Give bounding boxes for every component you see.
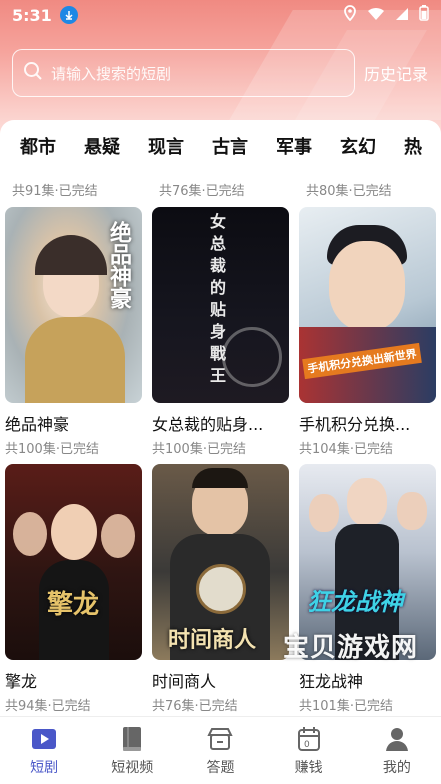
list-item[interactable]: 共76集·已完结 bbox=[159, 180, 296, 199]
card-meta: 共104集·已完结 bbox=[299, 442, 393, 457]
bottom-nav: 短剧 短视频 答题 0 赚钱 我的 bbox=[0, 716, 441, 784]
poster-title: 绝品神豪 bbox=[106, 221, 131, 309]
card-meta: 共101集·已完结 bbox=[299, 699, 393, 712]
card-meta: 共80集·已完结 bbox=[306, 184, 392, 199]
poster-image: 擎龙 bbox=[5, 464, 142, 660]
watermark-text: 宝贝游戏网 bbox=[283, 633, 419, 663]
nav-label: 短视频 bbox=[111, 760, 154, 776]
card-title: 手机积分兑换... bbox=[299, 415, 411, 433]
poster-title: 女总裁的贴身戰王 bbox=[207, 213, 226, 389]
card-meta: 共100集·已完结 bbox=[152, 442, 246, 457]
poster-image: 手机积分兑换出新世界 bbox=[299, 207, 436, 403]
nav-label: 短剧 bbox=[30, 760, 59, 776]
search-icon bbox=[23, 61, 43, 85]
tab-hot[interactable]: 热 bbox=[404, 133, 422, 159]
poster-title: 时间商人 bbox=[168, 628, 257, 653]
nav-label: 赚钱 bbox=[294, 760, 323, 776]
card-meta: 共94集·已完结 bbox=[5, 699, 91, 712]
status-time: 5:31 bbox=[12, 5, 52, 25]
drama-card[interactable]: 手机积分兑换出新世界 手机积分兑换... 共104集·已完结 bbox=[299, 207, 436, 457]
search-placeholder: 请输入搜索的短剧 bbox=[51, 64, 172, 83]
card-title: 时间商人 bbox=[152, 672, 217, 690]
play-icon bbox=[30, 725, 58, 753]
signal-icon bbox=[395, 6, 409, 25]
battery-icon bbox=[419, 5, 429, 25]
poster-image: 女总裁的贴身戰王 bbox=[152, 207, 289, 403]
calendar-icon: 0 bbox=[295, 725, 323, 753]
card-meta: 共91集·已完结 bbox=[12, 184, 98, 199]
drama-card[interactable]: 擎龙 擎龙 共94集·已完结 bbox=[5, 464, 142, 712]
status-bar: 5:31 bbox=[0, 0, 441, 30]
tab-junshi[interactable]: 军事 bbox=[276, 133, 312, 159]
drama-card[interactable]: 狂龙战神 狂龙战神 共101集·已完结 bbox=[299, 464, 436, 712]
nav-item-quiz[interactable]: 答题 bbox=[180, 725, 260, 777]
tab-guyan[interactable]: 古言 bbox=[212, 133, 248, 159]
nav-label: 我的 bbox=[382, 760, 411, 776]
drama-card[interactable]: 时间商人 时间商人 共76集·已完结 bbox=[152, 464, 289, 712]
search-row: 请输入搜索的短剧 历史记录 bbox=[12, 49, 437, 97]
nav-label: 答题 bbox=[206, 760, 235, 776]
book-icon bbox=[118, 725, 146, 753]
nav-item-mine[interactable]: 我的 bbox=[357, 725, 437, 777]
card-title: 擎龙 bbox=[5, 672, 38, 690]
tab-xuanyi[interactable]: 悬疑 bbox=[84, 133, 120, 159]
card-title: 狂龙战神 bbox=[299, 672, 364, 690]
list-item[interactable]: 共91集·已完结 bbox=[12, 180, 149, 199]
poster-image: 时间商人 bbox=[152, 464, 289, 660]
nav-item-earn[interactable]: 0 赚钱 bbox=[269, 725, 349, 777]
download-icon bbox=[59, 6, 78, 24]
category-tabs: 都市 悬疑 现言 古言 军事 玄幻 热 bbox=[0, 120, 441, 172]
drama-card[interactable]: 绝品神豪 绝品神豪 共100集·已完结 bbox=[5, 207, 142, 457]
drama-card[interactable]: 女总裁的贴身戰王 女总裁的贴身... 共100集·已完结 bbox=[152, 207, 289, 457]
nav-item-short-video[interactable]: 短视频 bbox=[92, 725, 172, 777]
poster-image: 绝品神豪 bbox=[5, 207, 142, 403]
poster-title: 狂龙战神 bbox=[307, 588, 403, 616]
history-button[interactable]: 历史记录 bbox=[364, 61, 428, 85]
nav-item-duanju[interactable]: 短剧 bbox=[4, 725, 84, 777]
location-icon bbox=[343, 5, 357, 25]
poster-title: 擎龙 bbox=[47, 590, 100, 620]
tab-dushi[interactable]: 都市 bbox=[20, 133, 56, 159]
person-icon bbox=[383, 725, 411, 753]
card-title: 绝品神豪 bbox=[5, 415, 70, 433]
card-title: 女总裁的贴身... bbox=[152, 415, 264, 433]
card-meta: 共76集·已完结 bbox=[159, 184, 245, 199]
tab-xianyan[interactable]: 现言 bbox=[148, 133, 184, 159]
wifi-icon bbox=[367, 6, 385, 25]
list-item[interactable]: 共80集·已完结 bbox=[306, 180, 441, 199]
svg-text:0: 0 bbox=[304, 740, 310, 750]
shop-icon bbox=[206, 725, 234, 753]
card-meta: 共100集·已完结 bbox=[5, 442, 99, 457]
search-input[interactable]: 请输入搜索的短剧 bbox=[12, 49, 355, 97]
card-meta: 共76集·已完结 bbox=[152, 699, 238, 712]
tab-xuanhuan[interactable]: 玄幻 bbox=[340, 133, 376, 159]
